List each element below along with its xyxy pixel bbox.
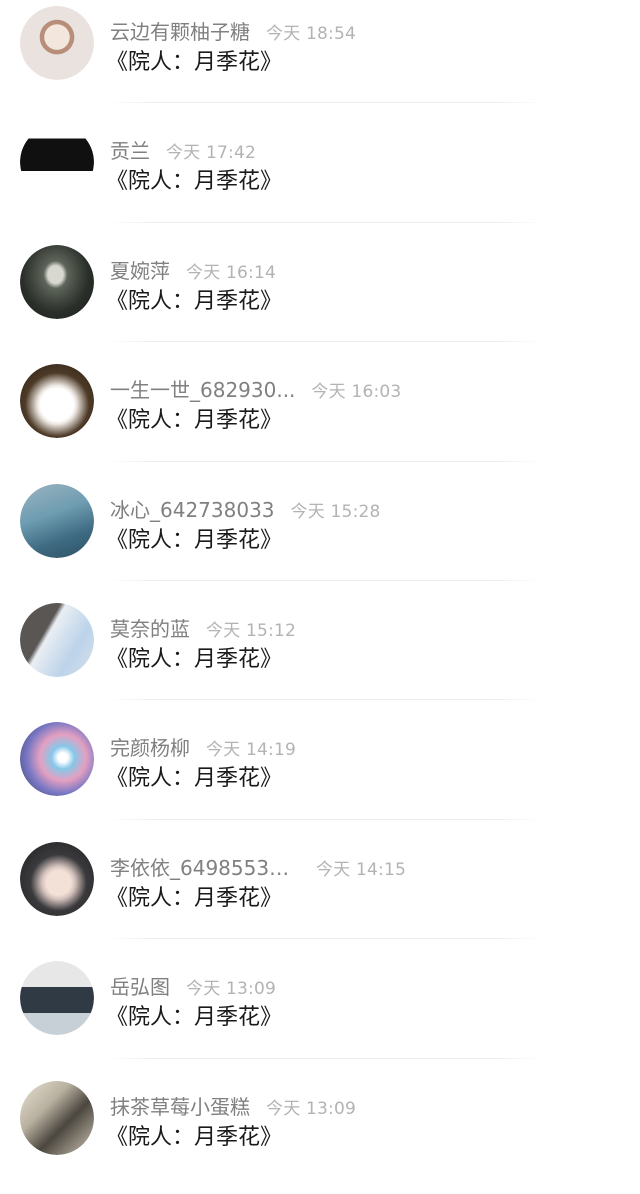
divider (106, 221, 544, 223)
avatar[interactable] (20, 364, 94, 439)
comment-item[interactable]: 夏婉萍 今天 16:14 《院人：月季花》 (0, 239, 640, 358)
divider (106, 818, 544, 820)
comment-meta: 夏婉萍 今天 16:14 (110, 255, 560, 283)
username[interactable]: 岳弘图 (110, 971, 170, 1000)
divider (106, 579, 544, 581)
comment-text: 《院人：月季花》 (106, 50, 283, 75)
comment-text: 《院人：月季花》 (106, 1124, 283, 1150)
comment-item[interactable]: 一生一世_682930... 今天 16:03 《院人：月季花》 (0, 358, 640, 477)
comment-meta: 冰心_642738033 今天 15:28 (110, 494, 560, 522)
timestamp: 今天 14:19 (206, 740, 296, 761)
comment-meta: 完颜杨柳 今天 14:19 (110, 732, 560, 760)
timestamp: 今天 13:09 (186, 979, 276, 1000)
comment-item[interactable]: 岳弘图 今天 13:09 《院人：月季花》 (0, 955, 640, 1074)
comment-item[interactable]: 完颜杨柳 今天 14:19 《院人：月季花》 (0, 716, 640, 835)
avatar-image-icon (20, 722, 94, 797)
comment-text: 《院人：月季花》 (106, 169, 283, 195)
comment-item[interactable]: 贡兰 今天 17:42 《院人：月季花》 (0, 119, 640, 238)
avatar-image-icon (20, 364, 94, 439)
avatar[interactable] (20, 841, 94, 916)
comment-item[interactable]: 莫奈的蓝 今天 15:12 《院人：月季花》 (0, 597, 640, 716)
comment-text: 《院人：月季花》 (106, 885, 283, 911)
comment-meta: 一生一世_682930... 今天 16:03 (110, 374, 560, 402)
timestamp: 今天 14:15 (316, 859, 406, 880)
comment-meta: 莫奈的蓝 今天 15:12 (110, 613, 560, 641)
username[interactable]: 完颜杨柳 (110, 732, 190, 761)
timestamp: 今天 16:14 (186, 262, 276, 283)
avatar[interactable] (20, 244, 94, 319)
username[interactable]: 云边有颗柚子糖 (110, 16, 250, 45)
divider (106, 699, 544, 701)
comment-text: 《院人：月季花》 (106, 408, 283, 434)
comment-text: 《院人：月季花》 (106, 1005, 283, 1031)
avatar[interactable] (20, 1080, 94, 1155)
comment-meta: 岳弘图 今天 13:09 (110, 971, 560, 999)
avatar-image-icon (20, 6, 94, 80)
comment-meta: 云边有颗柚子糖 今天 18:54 (110, 16, 560, 44)
username[interactable]: 贡兰 (110, 135, 150, 164)
username[interactable]: 抹茶草莓小蛋糕 (110, 1091, 250, 1120)
timestamp: 今天 15:28 (290, 501, 381, 522)
timestamp: 今天 18:54 (266, 24, 356, 44)
timestamp: 今天 13:09 (266, 1098, 356, 1119)
avatar-image-icon (20, 1080, 94, 1155)
comment-item[interactable]: 抹茶草莓小蛋糕 今天 13:09 《院人：月季花》 (0, 1075, 640, 1194)
comment-text: 《院人：月季花》 (106, 766, 283, 792)
comment-text: 《院人：月季花》 (106, 527, 283, 553)
avatar[interactable] (20, 125, 94, 200)
avatar[interactable] (20, 961, 94, 1036)
avatar[interactable] (20, 483, 94, 558)
comment-text: 《院人：月季花》 (106, 646, 283, 672)
avatar[interactable] (20, 602, 94, 677)
avatar-image-icon (20, 602, 94, 677)
username[interactable]: 莫奈的蓝 (110, 613, 190, 642)
timestamp: 今天 15:12 (206, 620, 296, 641)
comment-item[interactable]: 云边有颗柚子糖 今天 18:54 《院人：月季花》 (0, 0, 640, 119)
divider (106, 460, 544, 462)
comment-meta: 抹茶草莓小蛋糕 今天 13:09 (110, 1091, 560, 1119)
username[interactable]: 一生一世_682930... (110, 374, 295, 403)
divider (106, 1057, 544, 1059)
avatar-image-icon (20, 483, 94, 558)
divider (106, 938, 544, 940)
avatar[interactable] (20, 722, 94, 797)
divider (106, 102, 544, 104)
avatar-image-icon (20, 961, 94, 1036)
avatar-image-icon (20, 244, 94, 319)
timestamp: 今天 16:03 (311, 382, 402, 403)
comment-list: 云边有颗柚子糖 今天 18:54 《院人：月季花》 贡兰 今天 17:42 《院… (0, 0, 640, 1172)
comment-meta: 李依依_64985530... 今天 14:15 (110, 852, 560, 880)
username[interactable]: 夏婉萍 (110, 255, 170, 284)
comment-text: 《院人：月季花》 (106, 288, 283, 314)
comment-item[interactable]: 冰心_642738033 今天 15:28 《院人：月季花》 (0, 478, 640, 597)
username[interactable]: 冰心_642738033 (110, 494, 275, 523)
avatar-image-icon (20, 125, 94, 200)
comment-meta: 贡兰 今天 17:42 (110, 135, 560, 163)
timestamp: 今天 17:42 (166, 143, 256, 164)
avatar[interactable] (20, 6, 94, 80)
avatar-image-icon (20, 841, 94, 916)
username[interactable]: 李依依_64985530... (110, 852, 300, 881)
comment-item[interactable]: 李依依_64985530... 今天 14:15 《院人：月季花》 (0, 836, 640, 955)
divider (106, 341, 544, 343)
